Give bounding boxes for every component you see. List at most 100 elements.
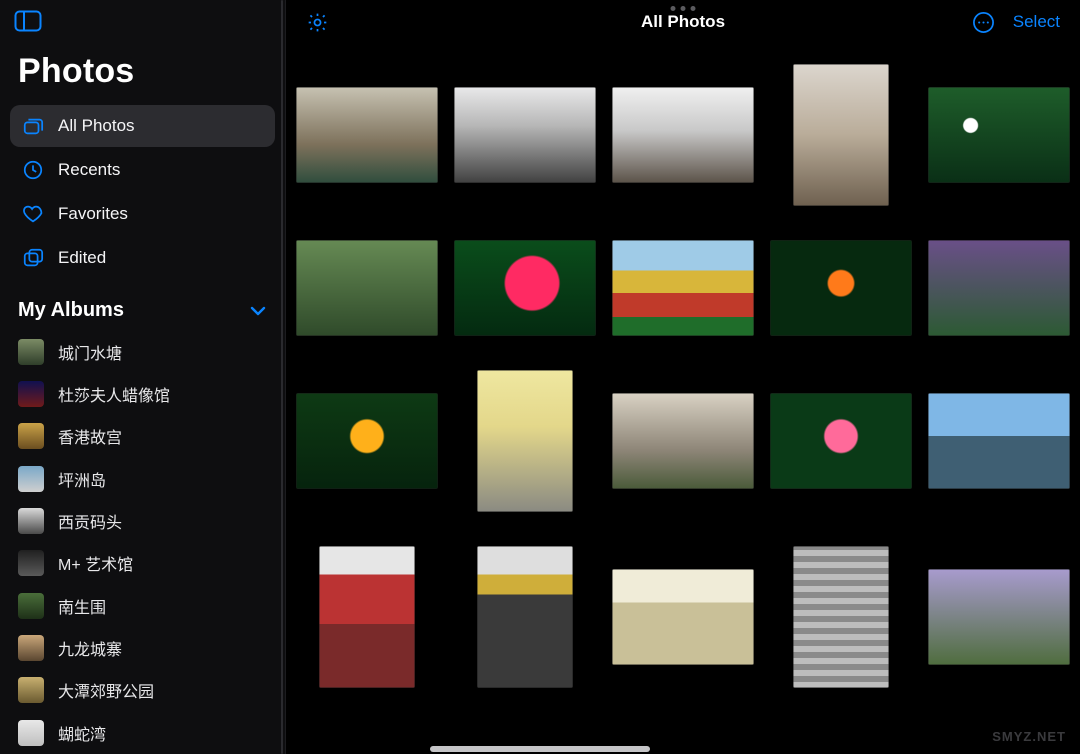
photo-image (928, 393, 1070, 489)
sidebar-title: Photos (0, 42, 285, 105)
sidebar-scroll-indicator (281, 0, 283, 754)
edited-icon (22, 247, 44, 269)
album-row[interactable]: 南生围 (10, 585, 275, 627)
album-label: 西贡码头 (58, 509, 122, 533)
photo-thumbnail[interactable] (928, 393, 1070, 489)
photo-thumbnail[interactable] (612, 87, 754, 183)
album-row[interactable]: M+ 艺术馆 (10, 542, 275, 584)
my-albums-header[interactable]: My Albums (0, 279, 285, 330)
clock-icon (22, 159, 44, 181)
sidebar-nav-item[interactable]: Recents (10, 149, 275, 191)
photo-image (477, 546, 573, 688)
photo-thumbnail[interactable] (928, 569, 1070, 665)
photo-image (928, 569, 1070, 665)
photo-thumbnail[interactable] (454, 370, 596, 512)
photo-thumbnail[interactable] (454, 87, 596, 183)
photo-thumbnail[interactable] (770, 240, 912, 336)
toggle-sidebar-icon[interactable] (14, 10, 42, 32)
multitask-bar (430, 746, 650, 752)
page-title: All Photos (286, 12, 1080, 32)
album-row[interactable]: 西贡码头 (10, 500, 275, 542)
album-row[interactable]: 城门水塘 (10, 330, 275, 372)
photo-thumbnail[interactable] (296, 240, 438, 336)
photo-image (296, 393, 438, 489)
sidebar-nav-label: Edited (58, 248, 106, 268)
sidebar-nav-item[interactable]: All Photos (10, 105, 275, 147)
photo-thumbnail[interactable] (296, 546, 438, 688)
photo-image (296, 87, 438, 183)
photo-image (770, 393, 912, 489)
photo-image (612, 569, 754, 665)
photo-image (296, 240, 438, 336)
photo-thumbnail[interactable] (612, 240, 754, 336)
heart-icon (22, 203, 44, 225)
settings-gear-icon[interactable] (306, 11, 329, 34)
photo-grid-row (296, 370, 1070, 512)
album-label: 大潭郊野公园 (58, 678, 154, 702)
photo-image (612, 87, 754, 183)
sidebar-nav-label: All Photos (58, 116, 135, 136)
album-thumbnail (18, 720, 44, 746)
photo-grid-row (296, 240, 1070, 336)
album-thumbnail (18, 635, 44, 661)
select-button[interactable]: Select (1013, 12, 1060, 32)
album-label: M+ 艺术馆 (58, 551, 133, 575)
album-thumbnail (18, 339, 44, 365)
sidebar-nav-item[interactable]: Edited (10, 237, 275, 279)
photo-thumbnail[interactable] (612, 393, 754, 489)
photo-image (793, 546, 889, 688)
album-thumbnail (18, 423, 44, 449)
album-row[interactable]: 坪洲岛 (10, 457, 275, 499)
sidebar-nav-label: Favorites (58, 204, 128, 224)
album-label: 香港故宫 (58, 424, 122, 448)
sidebar-topbar (0, 0, 285, 42)
photo-thumbnail[interactable] (928, 87, 1070, 183)
app-root: Photos All PhotosRecentsFavoritesEdited … (0, 0, 1080, 754)
photo-grid-row (296, 546, 1070, 688)
photo-image (928, 240, 1070, 336)
album-thumbnail (18, 550, 44, 576)
album-row[interactable]: 蝴蛇湾 (10, 712, 275, 754)
main-topbar: All Photos Select (286, 0, 1080, 44)
photo-grid-row (296, 64, 1070, 206)
photo-thumbnail[interactable] (454, 240, 596, 336)
photo-image (770, 240, 912, 336)
photo-thumbnail[interactable] (454, 546, 596, 688)
stack-icon (22, 115, 44, 137)
photo-thumbnail[interactable] (928, 240, 1070, 336)
photo-thumbnail[interactable] (296, 87, 438, 183)
photo-grid-scroll[interactable] (286, 44, 1080, 754)
album-label: 九龙城寨 (58, 636, 122, 660)
album-label: 杜莎夫人蜡像馆 (58, 382, 170, 406)
photo-image (454, 87, 596, 183)
photo-thumbnail[interactable] (770, 393, 912, 489)
more-options-icon[interactable] (972, 11, 995, 34)
album-label: 蝴蛇湾 (58, 721, 106, 745)
photo-thumbnail[interactable] (770, 546, 912, 688)
photo-thumbnail[interactable] (612, 569, 754, 665)
chevron-down-icon (249, 302, 267, 320)
album-row[interactable]: 九龙城寨 (10, 627, 275, 669)
photo-image (612, 393, 754, 489)
sidebar-nav-item[interactable]: Favorites (10, 193, 275, 235)
sidebar: Photos All PhotosRecentsFavoritesEdited … (0, 0, 286, 754)
album-label: 坪洲岛 (58, 467, 106, 491)
albums-list: 城门水塘杜莎夫人蜡像馆香港故宫坪洲岛西贡码头 M+ 艺术馆南生围九龙城寨大潭郊野公… (0, 330, 285, 754)
sidebar-nav-label: Recents (58, 160, 120, 180)
photo-grid (296, 64, 1070, 688)
drag-handle-icon[interactable] (671, 6, 696, 11)
album-thumbnail (18, 677, 44, 703)
album-row[interactable]: 大潭郊野公园 (10, 669, 275, 711)
album-thumbnail (18, 466, 44, 492)
album-thumbnail (18, 508, 44, 534)
album-row[interactable]: 杜莎夫人蜡像馆 (10, 373, 275, 415)
album-label: 城门水塘 (58, 340, 122, 364)
photo-image (612, 240, 754, 336)
photo-image (477, 370, 573, 512)
photo-thumbnail[interactable] (770, 64, 912, 206)
album-thumbnail (18, 381, 44, 407)
photo-image (928, 87, 1070, 183)
album-row[interactable]: 香港故宫 (10, 415, 275, 457)
album-thumbnail (18, 593, 44, 619)
photo-thumbnail[interactable] (296, 393, 438, 489)
